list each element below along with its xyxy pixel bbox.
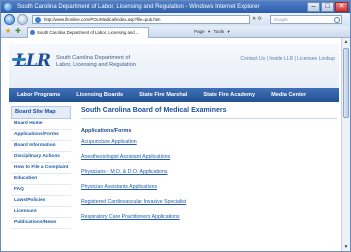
add-favorites-icon[interactable]: ✚ bbox=[15, 28, 21, 36]
search-icon[interactable] bbox=[334, 17, 340, 23]
page-title: South Carolina Board of Medical Examiner… bbox=[81, 106, 337, 119]
nav-licensing-boards[interactable]: Licensing Boards bbox=[68, 88, 131, 102]
forward-button[interactable]: › bbox=[17, 14, 28, 25]
main-content: South Carolina Board of Medical Examiner… bbox=[81, 106, 337, 229]
search-input[interactable]: Google bbox=[270, 15, 342, 24]
scroll-thumb[interactable] bbox=[343, 48, 349, 118]
sidebar-item-laws-policies[interactable]: Laws/Policies bbox=[11, 196, 71, 207]
sidebar-item-board-information[interactable]: Board Information bbox=[11, 141, 71, 152]
logo-text: LLR bbox=[15, 51, 51, 71]
address-input[interactable]: http://www.llronline.com/POL/Medical/ind… bbox=[32, 15, 250, 24]
sidebar-item-disciplinary-actions[interactable]: Disciplinary Actions bbox=[11, 152, 71, 163]
address-bar-row: ‹ › http://www.llronline.com/POL/Medical… bbox=[1, 13, 350, 26]
sidebar-item-education[interactable]: Education bbox=[11, 174, 71, 185]
link-physicians[interactable]: Physicians - M.D. & D.O. Applications bbox=[81, 169, 337, 176]
link-physician-assistants[interactable]: Physician Assistants Applications bbox=[81, 184, 337, 191]
sidebar-item-licensure[interactable]: Licensure bbox=[11, 207, 71, 218]
web-page: LLR South Carolina Department of Labor, … bbox=[1, 38, 341, 251]
close-button[interactable]: ✕ bbox=[335, 2, 348, 12]
nav-media-center[interactable]: Media Center bbox=[263, 88, 314, 102]
agency-line-2: Labor, Licensing and Regulation bbox=[56, 62, 136, 68]
agency-line-1: South Carolina Department of bbox=[56, 55, 131, 61]
vertical-scrollbar[interactable]: ▲ ▼ bbox=[341, 38, 350, 251]
nav-labor-programs[interactable]: Labor Programs bbox=[9, 88, 68, 102]
sidebar-list: Board Home Applications/Forms Board Info… bbox=[11, 119, 71, 229]
minimize-button[interactable]: – bbox=[307, 2, 320, 12]
window-title: South Carolina Department of Labor, Lice… bbox=[17, 4, 260, 10]
search-placeholder: Google bbox=[274, 17, 288, 22]
main-navigation: Labor Programs Licensing Boards State Fi… bbox=[9, 88, 339, 102]
sidebar-heading: Board Site Map bbox=[11, 106, 71, 119]
sidebar-item-publications-news[interactable]: Publications/News bbox=[11, 218, 71, 229]
back-button[interactable]: ‹ bbox=[4, 14, 15, 25]
favorites-star-icon[interactable]: ★ bbox=[5, 28, 11, 36]
tab-page-icon bbox=[30, 30, 35, 35]
scroll-down-icon[interactable]: ▼ bbox=[343, 244, 349, 251]
link-respiratory-care[interactable]: Respiratory Care Practitioners Applicati… bbox=[81, 214, 337, 221]
tab-label: South Carolina Department of Labor, Lice… bbox=[37, 30, 140, 35]
site-header: LLR South Carolina Department of Labor, … bbox=[9, 44, 339, 88]
link-anesthesiologist-assistant[interactable]: Anesthesiologist Assistant Applications bbox=[81, 154, 337, 161]
application-links: Acupuncture Application Anesthesiologist… bbox=[81, 139, 337, 221]
nav-state-fire-marshal[interactable]: State Fire Marshal bbox=[131, 88, 195, 102]
internet-explorer-icon bbox=[4, 3, 12, 11]
command-bar[interactable]: Page ▾ Tools ▾ bbox=[194, 28, 230, 36]
section-heading: Applications/Forms bbox=[81, 128, 132, 134]
maximize-button[interactable]: □ bbox=[321, 2, 334, 12]
sidebar-item-board-home[interactable]: Board Home bbox=[11, 119, 71, 130]
sidebar-item-applications-forms[interactable]: Applications/Forms bbox=[11, 130, 71, 141]
scroll-up-icon[interactable]: ▲ bbox=[343, 39, 349, 46]
llr-logo[interactable]: LLR bbox=[12, 51, 51, 71]
agency-name: South Carolina Department of Labor, Lice… bbox=[56, 55, 136, 69]
link-cardiovascular-invasive[interactable]: Registered Cardiovascular Invasive Speci… bbox=[81, 199, 337, 206]
tab-active[interactable]: South Carolina Department of Labor, Lice… bbox=[27, 27, 149, 38]
nav-state-fire-academy[interactable]: State Fire Academy bbox=[195, 88, 263, 102]
sidebar-item-file-complaint[interactable]: How to File a Complaint bbox=[11, 163, 71, 174]
logo-swoosh-icon bbox=[12, 58, 26, 61]
stop-refresh-icons[interactable]: ✕ ⟳ bbox=[252, 15, 262, 24]
board-site-map: Board Site Map Board Home Applications/F… bbox=[11, 106, 71, 229]
browser-window: South Carolina Department of Labor, Lice… bbox=[0, 0, 351, 252]
tabs-row: ★ ✚ South Carolina Department of Labor, … bbox=[1, 26, 350, 38]
page-icon bbox=[35, 17, 41, 23]
sidebar-item-faq[interactable]: FAQ bbox=[11, 185, 71, 196]
header-links[interactable]: Contact Us | Inside LLR | Licensee Looku… bbox=[240, 56, 335, 62]
address-url: http://www.llronline.com/POL/Medical/ind… bbox=[44, 17, 161, 22]
window-titlebar[interactable]: South Carolina Department of Labor, Lice… bbox=[1, 1, 350, 13]
window-controls: – □ ✕ bbox=[307, 2, 348, 12]
link-acupuncture[interactable]: Acupuncture Application bbox=[81, 139, 337, 146]
